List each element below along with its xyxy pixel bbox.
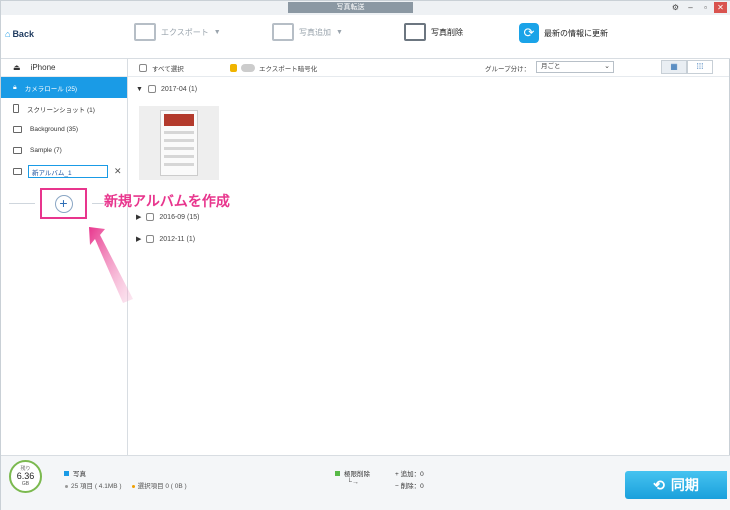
new-album-name-input[interactable] [28, 165, 108, 178]
cancel-new-album-icon[interactable]: ✕ [114, 166, 122, 177]
sidebar-item-sample[interactable]: Sample (7) [1, 140, 127, 161]
close-button[interactable]: ✕ [714, 2, 727, 13]
large-grid-icon[interactable]: ▦ [661, 60, 687, 74]
annotation-arrow-icon [89, 227, 133, 303]
group-by-label: グループ分け： [485, 66, 531, 73]
group-by-select[interactable]: 月ごと ⌄ [536, 61, 614, 73]
delete-color-swatch [335, 471, 340, 476]
refresh-label: 最新の情報に更新 [544, 28, 608, 38]
title-bar: 写真転送 ⚙ – ▫ ✕ [1, 1, 730, 15]
chevron-down-icon: ⌄ [604, 63, 610, 70]
encrypt-export-label: エクスポート暗号化 [259, 66, 318, 73]
group-label: 2017-04 (1) [160, 85, 198, 93]
sync-label: 同期 [670, 477, 699, 493]
sidebar-item-background[interactable]: Background (35) [1, 119, 127, 140]
chevron-down-icon: ▼ [336, 28, 343, 36]
group-header[interactable]: ▶ 2016-09 (15) [136, 213, 199, 221]
sync-icon: ⟲ [653, 476, 665, 493]
maximize-button[interactable]: ▫ [699, 2, 712, 13]
home-icon: ⌂ [5, 29, 11, 39]
branch-arrow-icon: └→ [347, 479, 359, 486]
sidebar-item-label: カメラロール (25) [24, 85, 78, 93]
photos-label: 写真 [73, 471, 86, 478]
add-album-button[interactable]: + [40, 188, 87, 219]
selected-count: 選択項目 0 ( 0B ) [131, 480, 187, 490]
album-icon [13, 147, 22, 154]
sidebar-item-camera-roll[interactable]: 🔒︎ カメラロール (25) [1, 77, 127, 98]
lock-icon [230, 64, 237, 72]
collapsed-triangle-icon: ▶ [136, 214, 142, 221]
window-title: 写真転送 [288, 2, 413, 13]
pending-delete-legend: 極限削除 [335, 468, 370, 478]
add-count: + 追加：0 [395, 471, 424, 478]
settings-icon[interactable]: ⚙ [669, 2, 682, 13]
photos-legend: 写真 [64, 468, 86, 478]
checkbox-icon [139, 64, 147, 72]
plus-icon: + [54, 194, 73, 213]
photo-grid-panel: すべて選択 エクスポート暗号化 グループ分け： 月ごと ⌄ ▦ ⁞⁞⁞ ▼ 20… [128, 59, 729, 455]
storage-value: 6.36 [16, 471, 35, 481]
delete-photo-button[interactable]: 写真削除 [404, 23, 463, 41]
expanded-triangle-icon: ▼ [136, 85, 143, 93]
divider [9, 203, 35, 204]
toolbar: ⌂ Back エクスポート ▼ 写真追加 ▼ 写真削除 ⟳ 最新の情報に更新 [1, 15, 730, 59]
small-grid-icon[interactable]: ⁞⁞⁞ [687, 60, 713, 74]
add-photo-label: 写真追加 [299, 27, 331, 37]
toggle-switch[interactable] [241, 64, 255, 72]
screenshot-image [160, 110, 198, 176]
photos-color-swatch [64, 471, 69, 476]
export-icon [134, 23, 156, 41]
item-summary: 25 項目 ( 4.1MB ) 選択項目 0 ( 0B ) [65, 480, 187, 490]
group-header[interactable]: ▼ 2017-04 (1) [136, 85, 197, 93]
sidebar-item-label: Background (35) [30, 126, 79, 133]
new-album-row: ✕ [1, 161, 127, 182]
export-button[interactable]: エクスポート ▼ [134, 23, 221, 41]
eject-icon: ⏏ [13, 63, 21, 72]
sidebar-item-label: Sample (7) [30, 147, 62, 154]
app-window: 写真転送 ⚙ – ▫ ✕ ⌂ Back エクスポート ▼ 写真追加 ▼ 写真削除… [0, 0, 730, 510]
sidebar-item-label: スクリーンショット (1) [27, 106, 95, 114]
sync-button[interactable]: ⟲ 同期 [625, 471, 727, 499]
back-button[interactable]: ⌂ Back [5, 29, 34, 39]
annotation-callout: 新規アルバムを作成 [104, 193, 230, 209]
select-all-label: すべて選択 [152, 66, 184, 73]
phone-icon [13, 104, 19, 113]
album-icon [13, 168, 22, 175]
group-header[interactable]: ▶ 2012-11 (1) [136, 235, 195, 243]
group-label: 2012-11 (1) [159, 235, 196, 243]
device-name: iPhone [30, 63, 56, 72]
encrypt-export-toggle[interactable]: エクスポート暗号化 [230, 63, 317, 73]
sidebar-item-screenshots[interactable]: スクリーンショット (1) [1, 98, 127, 119]
storage-unit: GB [21, 481, 30, 487]
storage-gauge: 残り 6.36 GB [9, 460, 42, 493]
pending-delete-label: 極限削除 [344, 471, 370, 478]
view-toggle: ▦ ⁞⁞⁞ [661, 60, 713, 74]
add-photo-icon [272, 23, 294, 41]
export-label: エクスポート [161, 27, 209, 37]
delete-photo-label: 写真削除 [431, 27, 463, 37]
back-label: Back [12, 29, 34, 39]
minimize-button[interactable]: – [684, 2, 697, 13]
add-photo-button[interactable]: 写真追加 ▼ [272, 23, 343, 41]
group-checkbox[interactable] [147, 85, 156, 93]
refresh-icon: ⟳ [519, 23, 539, 43]
photo-thumbnail[interactable] [139, 106, 219, 180]
select-all-checkbox[interactable]: すべて選択 [139, 63, 184, 73]
group-by-value: 月ごと [541, 63, 561, 70]
group-checkbox[interactable] [146, 213, 155, 221]
filter-bar: すべて選択 エクスポート暗号化 グループ分け： 月ごと ⌄ ▦ ⁞⁞⁞ [128, 59, 729, 77]
group-label: 2016-09 (15) [159, 213, 200, 221]
window-controls: ⚙ – ▫ ✕ [669, 2, 727, 13]
items-count: 25 項目 ( 4.1MB ) [65, 480, 122, 490]
status-bar: 残り 6.36 GB 写真 25 項目 ( 4.1MB ) 選択項目 0 ( 0… [1, 455, 730, 510]
delete-photo-icon [404, 23, 426, 41]
device-header[interactable]: ⏏ iPhone [1, 59, 127, 77]
delete-count: − 削除：0 [395, 483, 424, 490]
album-icon [13, 126, 22, 133]
lock-camera-icon: 🔒︎ [13, 83, 17, 91]
group-checkbox[interactable] [146, 235, 155, 243]
refresh-button[interactable]: ⟳ 最新の情報に更新 [519, 23, 608, 43]
chevron-down-icon: ▼ [213, 28, 221, 36]
